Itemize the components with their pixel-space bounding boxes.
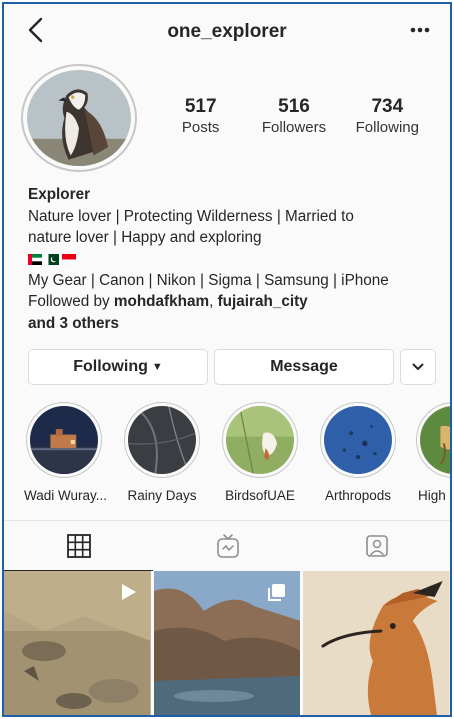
followers-count: 516 — [278, 96, 310, 117]
followed-by-user-link[interactable]: fujairah_city — [218, 293, 308, 310]
profile-tabs — [4, 520, 450, 571]
tab-tagged[interactable] — [302, 521, 450, 571]
avatar[interactable] — [21, 64, 137, 172]
highlight-label: Wadi Wuray... — [24, 488, 108, 503]
highlight-item[interactable]: Wadi Wuray... — [24, 402, 108, 503]
post-thumbnail[interactable] — [303, 571, 450, 715]
posts-stat[interactable]: 517 Posts — [154, 96, 247, 137]
profile-bio: Explorer Nature lover | Protecting Wilde… — [28, 184, 438, 334]
chevron-down-icon: ▼ — [151, 361, 163, 373]
following-button-label: Following — [73, 358, 148, 375]
tagged-icon — [365, 535, 388, 557]
video-icon — [121, 584, 136, 600]
bio-line: nature lover | Happy and exploring — [28, 229, 262, 246]
suggested-accounts-button[interactable] — [400, 349, 436, 385]
post-thumbnail[interactable] — [153, 571, 301, 715]
tab-posts-grid[interactable] — [4, 521, 153, 571]
highlight-item[interactable]: High — [416, 402, 450, 503]
profile-screen: one_explorer 517 Posts 516 Followers 734… — [2, 2, 452, 717]
story-highlights: Wadi Wuray... Rainy Days BirdsofUAE Arth… — [4, 402, 450, 512]
highlight-label: Arthropods — [324, 488, 392, 503]
tab-igtv[interactable] — [153, 521, 302, 571]
igtv-icon — [216, 534, 239, 558]
top-bar: one_explorer — [4, 4, 450, 58]
highlight-cover — [420, 406, 450, 474]
highlight-label: High — [418, 488, 446, 503]
message-button[interactable]: Message — [214, 349, 394, 385]
posts-count: 517 — [184, 96, 217, 117]
following-label: Following — [355, 119, 419, 136]
profile-name: Explorer — [28, 186, 91, 203]
grid-icon — [66, 533, 91, 558]
carousel-icon — [268, 584, 286, 601]
chevron-down-icon — [412, 363, 424, 370]
highlight-item[interactable]: Arthropods — [318, 402, 398, 503]
highlight-label: Rainy Days — [127, 488, 197, 503]
message-button-label: Message — [270, 358, 338, 375]
indonesia-flag-icon — [62, 253, 76, 265]
followed-by-others-link[interactable]: and 3 others — [28, 315, 119, 332]
uae-flag-icon — [28, 253, 42, 265]
followed-by-prefix: Followed by — [28, 293, 114, 310]
highlight-cover — [30, 406, 98, 474]
bio-line: Nature lover | Protecting Wilderness | M… — [28, 207, 354, 225]
following-button[interactable]: Following ▼ — [28, 349, 208, 385]
post-image — [303, 571, 450, 715]
avatar-image — [27, 70, 131, 166]
highlight-item[interactable]: BirdsofUAE — [220, 402, 300, 503]
post-thumbnail[interactable] — [4, 571, 151, 715]
flag-row — [28, 249, 438, 270]
pakistan-flag-icon — [45, 253, 59, 265]
followed-by-user-link[interactable]: mohdafkham — [114, 293, 209, 310]
followers-stat[interactable]: 516 Followers — [247, 96, 340, 137]
profile-username: one_explorer — [167, 21, 287, 42]
highlight-label: BirdsofUAE — [225, 488, 295, 503]
highlight-cover — [226, 406, 294, 474]
followed-by: Followed by mohdafkham, fujairah_city — [28, 291, 438, 313]
more-horizontal-icon[interactable] — [408, 20, 432, 40]
posts-label: Posts — [181, 119, 220, 136]
highlight-cover — [324, 406, 392, 474]
profile-stats: 517 Posts 516 Followers 734 Following — [154, 96, 434, 137]
following-stat[interactable]: 734 Following — [341, 96, 434, 137]
highlight-cover — [128, 406, 196, 474]
following-count: 734 — [371, 96, 404, 117]
gear-line: My Gear | Canon | Nikon | Sigma | Samsun… — [28, 271, 389, 289]
followed-by-separator: , — [209, 293, 218, 310]
post-grid — [4, 571, 450, 715]
highlight-item[interactable]: Rainy Days — [122, 402, 202, 503]
followers-label: Followers — [261, 119, 327, 136]
